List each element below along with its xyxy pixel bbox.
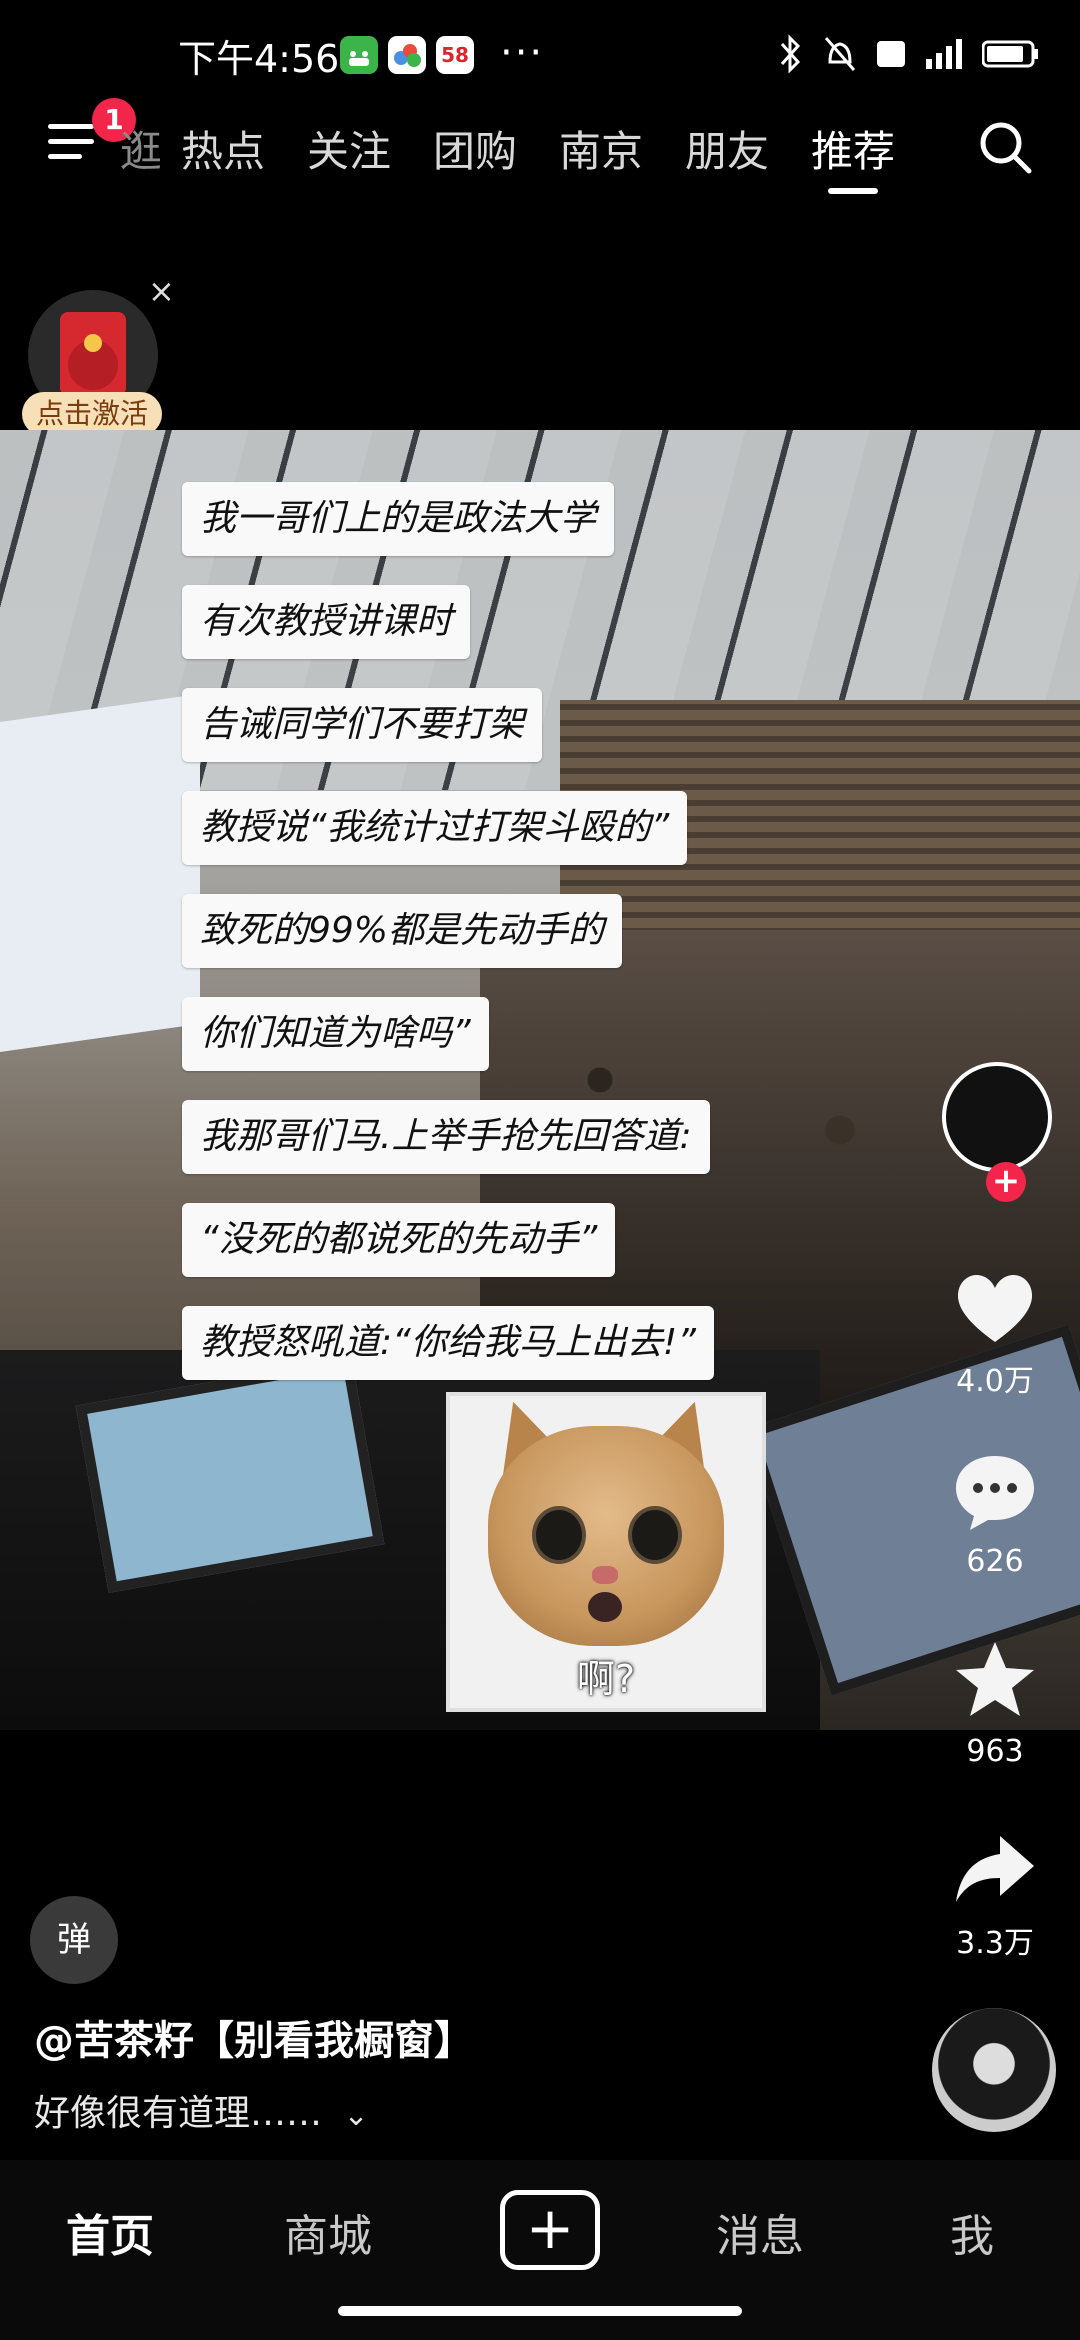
danmu-toggle-button[interactable]: 弹 [30,1896,118,1984]
comment-icon [956,1456,1034,1530]
caption-line: 我那哥们马.上举手抢先回答道: [182,1100,710,1174]
tab-following[interactable]: 关注 [286,118,412,179]
battery-icon [982,40,1038,68]
author-username[interactable]: @苦茶籽【别看我橱窗】 [34,2008,474,2066]
status-right-icons [778,34,1040,74]
tab-group-buy[interactable]: 团购 [412,118,538,179]
follow-button[interactable]: + [986,1162,1026,1202]
create-button[interactable]: + [500,2190,600,2270]
hd-icon [877,41,905,67]
signal-icon [926,39,962,69]
favorite-count: 963 [966,1734,1024,1769]
cat-eye [532,1506,586,1564]
red-envelope-icon [60,312,126,396]
nav-messages[interactable]: 消息 [680,2200,840,2264]
star-icon [956,1642,1034,1716]
tab-hot[interactable]: 热点 [160,118,286,179]
cat-sticker: 啊? [446,1391,766,1712]
caption-line: 你们知道为啥吗” [182,997,489,1071]
menu-icon[interactable] [48,124,94,160]
status-time: 下午4:56 [178,37,340,81]
caption-line: 致死的99%都是先动手的 [182,894,623,968]
red-envelope-widget[interactable]: 点击激活 [22,290,162,440]
bluetooth-icon [780,34,801,74]
search-button[interactable] [976,118,1034,176]
share-button[interactable] [950,1822,1040,1912]
status-more-icon: ··· [500,30,545,76]
caption-line: 教授说“我统计过打架斗殴的” [182,791,688,865]
video-player[interactable]: 我一哥们上的是政法大学 有次教授讲课时 告诫同学们不要打架 教授说“我统计过打架… [0,430,1080,1730]
comment-count: 626 [966,1544,1024,1579]
caption-line: 教授怒吼道:“你给我马上出去!” [182,1306,714,1380]
home-indicator[interactable] [338,2306,742,2316]
caption-line: 告诫同学们不要打架 [182,688,543,762]
mute-bell-icon [824,37,856,71]
coin-icon [84,334,102,352]
video-description[interactable]: 好像很有道理…… ⌄ [34,2084,369,2136]
nav-me[interactable]: 我 [892,2200,1052,2264]
cat-nose [592,1566,618,1584]
like-count: 4.0万 [956,1364,1034,1399]
tab-nanjing[interactable]: 南京 [538,118,664,179]
nav-home[interactable]: 首页 [30,2200,190,2264]
comment-button[interactable] [950,1446,1040,1536]
chevron-down-icon[interactable]: ⌄ [343,2098,368,2133]
cat-mouth [588,1592,622,1622]
description-text: 好像很有道理…… [34,2093,323,2134]
share-count: 3.3万 [956,1926,1034,1961]
projection-screen [0,693,200,1057]
tab-friends[interactable]: 朋友 [664,118,790,179]
top-tabs: 逛 热点 关注 团购 南京 朋友 推荐 [120,118,916,194]
tab-partial[interactable]: 逛 [120,118,160,179]
android-app-icon [340,36,378,74]
nav-mall[interactable]: 商城 [248,2200,408,2264]
music-disc-avatar[interactable] [932,2008,1056,2132]
favorite-button[interactable] [950,1636,1040,1726]
sticker-text: 啊? [576,1657,636,1701]
tab-recommend[interactable]: 推荐 [790,118,916,194]
creator-avatar[interactable] [942,1062,1052,1172]
close-icon[interactable]: × [148,272,175,310]
status-bar: 下午4:56 58 ··· [0,0,1080,110]
app-58-icon: 58 [436,36,474,74]
cloud-app-icon [388,36,426,74]
like-button[interactable] [950,1262,1040,1352]
caption-line: 有次教授讲课时 [182,585,471,659]
heart-icon [957,1274,1033,1342]
share-arrow-icon [956,1836,1034,1902]
search-icon [980,122,1032,174]
cat-eye [628,1506,682,1564]
caption-line: 我一哥们上的是政法大学 [182,482,615,556]
caption-line: “没死的都说死的先动手” [182,1203,616,1277]
